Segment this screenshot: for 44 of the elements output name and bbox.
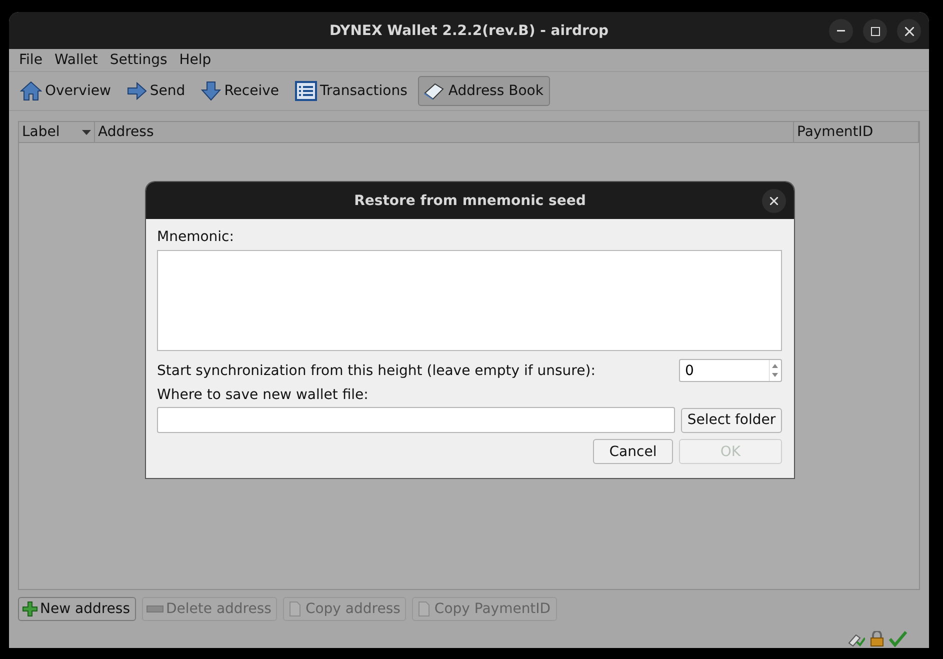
- menu-item[interactable]: Settings: [104, 52, 174, 68]
- close-icon: [904, 26, 914, 36]
- toolbar-tab[interactable]: Overview: [15, 76, 118, 106]
- minimize-icon: [837, 30, 845, 32]
- column-header[interactable]: PaymentID: [794, 122, 919, 142]
- close-button[interactable]: [897, 19, 921, 43]
- list-icon: [295, 81, 317, 101]
- file-path-field[interactable]: [157, 407, 675, 433]
- checkmark-icon: [889, 631, 907, 647]
- mnemonic-label: Mnemonic:: [157, 229, 235, 245]
- right-arrow-icon: [126, 82, 147, 100]
- toolbar-tab[interactable]: Transactions: [290, 76, 414, 106]
- document-icon: [287, 601, 304, 617]
- dialog-title: Restore from mnemonic seed: [354, 192, 586, 208]
- book-icon: [423, 81, 446, 101]
- minimize-button[interactable]: [829, 19, 853, 43]
- menu-item[interactable]: Help: [173, 52, 218, 68]
- sort-caret-icon: [82, 130, 91, 134]
- mnemonic-field[interactable]: [157, 250, 782, 351]
- menu-item[interactable]: Wallet: [48, 52, 104, 68]
- spin-arrows-icon[interactable]: [769, 360, 781, 381]
- cancel-button[interactable]: Cancel: [593, 439, 673, 464]
- height-spinbox[interactable]: 0: [679, 359, 782, 382]
- lock-icon: [870, 631, 884, 647]
- down-arrow-icon: [201, 81, 222, 101]
- document-icon: [416, 601, 432, 617]
- action-button[interactable]: New address: [18, 597, 136, 621]
- column-header[interactable]: Address: [95, 122, 794, 142]
- column-header[interactable]: Label: [19, 122, 95, 142]
- maximize-icon: [870, 26, 880, 36]
- close-button[interactable]: [762, 189, 786, 213]
- window-title: DYNEX Wallet 2.2.2(rev.B) - airdrop: [329, 22, 609, 38]
- toolbar-tab[interactable]: Address Book: [418, 76, 550, 106]
- plus-icon: [22, 601, 38, 617]
- menu-item[interactable]: File: [13, 52, 48, 68]
- select-folder-button[interactable]: Select folder: [681, 408, 782, 432]
- maximize-button[interactable]: [863, 19, 887, 43]
- minus-icon: [146, 605, 164, 613]
- height-label: Start synchronization from this height (leave empty if unsure):: [157, 362, 596, 378]
- toolbar-tab[interactable]: Send: [122, 76, 192, 106]
- house-icon: [20, 81, 42, 101]
- close-icon: [770, 197, 778, 205]
- toolbar-tab[interactable]: Receive: [196, 76, 286, 106]
- file-label: Where to save new wallet file:: [157, 387, 368, 403]
